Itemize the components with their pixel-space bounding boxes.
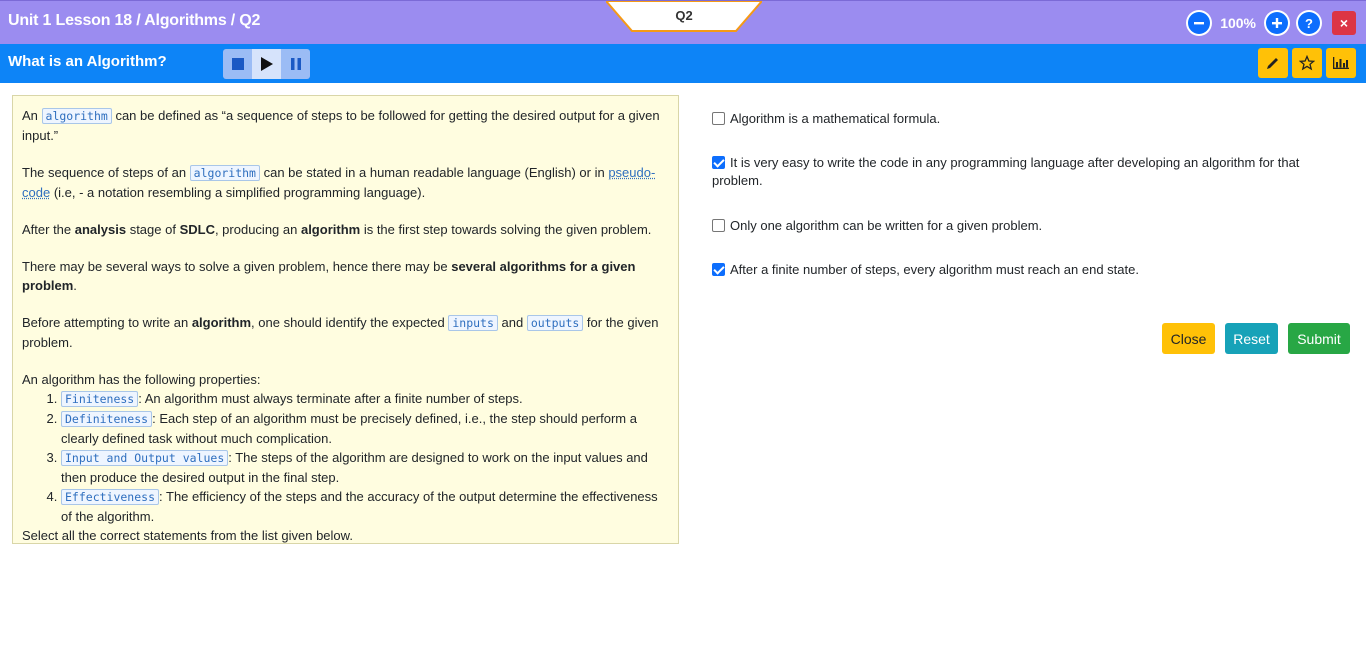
question-tab[interactable]: Q2 (606, 1, 762, 33)
code-term: outputs (526, 315, 584, 331)
option-checkbox[interactable] (712, 219, 725, 232)
stop-button[interactable] (223, 49, 252, 79)
close-window-button[interactable]: × (1332, 11, 1356, 35)
option-label: Only one algorithm can be written for a … (730, 218, 1043, 233)
text: can be defined as “a sequence of steps t… (22, 108, 660, 143)
audio-controls (223, 49, 310, 79)
option-label: It is very easy to write the code in any… (712, 155, 1300, 188)
option-checkbox[interactable] (712, 156, 725, 169)
top-controls: 100% ? × (1186, 9, 1356, 37)
zoom-out-button[interactable] (1186, 10, 1213, 36)
play-icon (260, 57, 273, 71)
code-term: Definiteness (61, 411, 153, 427)
close-button[interactable]: Close (1162, 323, 1215, 354)
edit-button[interactable] (1258, 48, 1288, 78)
paragraph-several-ways: There may be several ways to solve a giv… (22, 257, 670, 295)
bold-text: analysis (74, 222, 127, 237)
submit-button[interactable]: Submit (1288, 323, 1350, 354)
code-term: inputs (448, 315, 498, 331)
close-icon: × (1339, 15, 1349, 31)
breadcrumb[interactable]: Unit 1 Lesson 18 / Algorithms / Q2 (8, 12, 260, 30)
reset-button[interactable]: Reset (1225, 323, 1278, 354)
text: . (73, 278, 77, 293)
pause-icon (290, 58, 301, 70)
right-tools (1258, 48, 1356, 78)
svg-text:?: ? (1305, 16, 1313, 30)
text: There may be several ways to solve a giv… (22, 259, 452, 274)
text: , one should identify the expected (251, 315, 449, 330)
plus-circle-icon (1266, 12, 1288, 34)
help-button[interactable]: ? (1296, 10, 1322, 36)
code-term: Effectiveness (61, 489, 160, 505)
zoom-in-button[interactable] (1264, 10, 1290, 36)
option-3[interactable]: Only one algorithm can be written for a … (712, 217, 1042, 235)
stats-button[interactable] (1326, 48, 1356, 78)
option-checkbox[interactable] (712, 112, 725, 125)
text: An (22, 108, 42, 123)
action-buttons: Close Reset Submit (1162, 323, 1350, 354)
paragraph-language: The sequence of steps of an algorithm ca… (22, 163, 670, 202)
explanation-panel: An algorithm can be defined as “a sequen… (12, 95, 679, 544)
option-checkbox[interactable] (712, 263, 725, 276)
text: Before attempting to write an (22, 315, 192, 330)
option-1[interactable]: Algorithm is a mathematical formula. (712, 110, 940, 128)
text: is the first step towards solving the gi… (360, 222, 652, 237)
bookmark-button[interactable] (1292, 48, 1322, 78)
paragraph-inputs-outputs: Before attempting to write an algorithm,… (22, 313, 670, 352)
code-term: Input and Output values (61, 450, 229, 466)
option-2[interactable]: It is very easy to write the code in any… (712, 154, 1332, 190)
bold-text: algorithm (300, 222, 361, 237)
play-button[interactable] (252, 49, 281, 79)
text: can be stated in a human readable langua… (259, 165, 609, 180)
question-circle-icon: ? (1298, 12, 1320, 34)
option-label: After a finite number of steps, every al… (730, 262, 1139, 277)
pause-button[interactable] (281, 49, 310, 79)
text: and (497, 315, 527, 330)
top-bar: Unit 1 Lesson 18 / Algorithms / Q2 Q2 10… (0, 0, 1366, 44)
code-term: Finiteness (61, 391, 139, 407)
bar-chart-icon (1333, 57, 1349, 69)
list-item: Definiteness: Each step of an algorithm … (61, 409, 670, 448)
list-item: Input and Output values: The steps of th… (61, 448, 670, 487)
bold-text: algorithm (191, 315, 252, 330)
list-item: Effectiveness: The efficiency of the ste… (61, 487, 670, 526)
properties-intro: An algorithm has the following propertie… (22, 372, 261, 387)
stop-icon (231, 58, 244, 70)
star-icon (1299, 55, 1315, 71)
title-bar: What is an Algorithm? (0, 44, 1366, 83)
page-title: What is an Algorithm? (8, 53, 167, 70)
text: (i.e, - a notation resembling a simplifi… (50, 185, 426, 200)
text: : An algorithm must always terminate aft… (138, 391, 523, 406)
properties-list: Finiteness: An algorithm must always ter… (22, 389, 670, 526)
text: The sequence of steps of an (22, 165, 190, 180)
option-4[interactable]: After a finite number of steps, every al… (712, 261, 1139, 279)
instruction-text: Select all the correct statements from t… (22, 528, 353, 543)
text: , producing an (214, 222, 301, 237)
question-tab-label: Q2 (675, 8, 693, 23)
paragraph-definition: An algorithm can be defined as “a sequen… (22, 106, 670, 145)
zoom-level: 100% (1220, 15, 1256, 31)
list-item: Finiteness: An algorithm must always ter… (61, 389, 670, 409)
option-label: Algorithm is a mathematical formula. (730, 111, 941, 126)
minus-circle-icon (1188, 12, 1211, 34)
text: After the (22, 222, 75, 237)
pencil-icon (1267, 58, 1278, 69)
code-term: algorithm (41, 108, 112, 124)
bold-text: SDLC (179, 222, 215, 237)
code-term: algorithm (189, 165, 260, 181)
text: stage of (126, 222, 180, 237)
paragraph-sdlc: After the analysis stage of SDLC, produc… (22, 220, 670, 239)
